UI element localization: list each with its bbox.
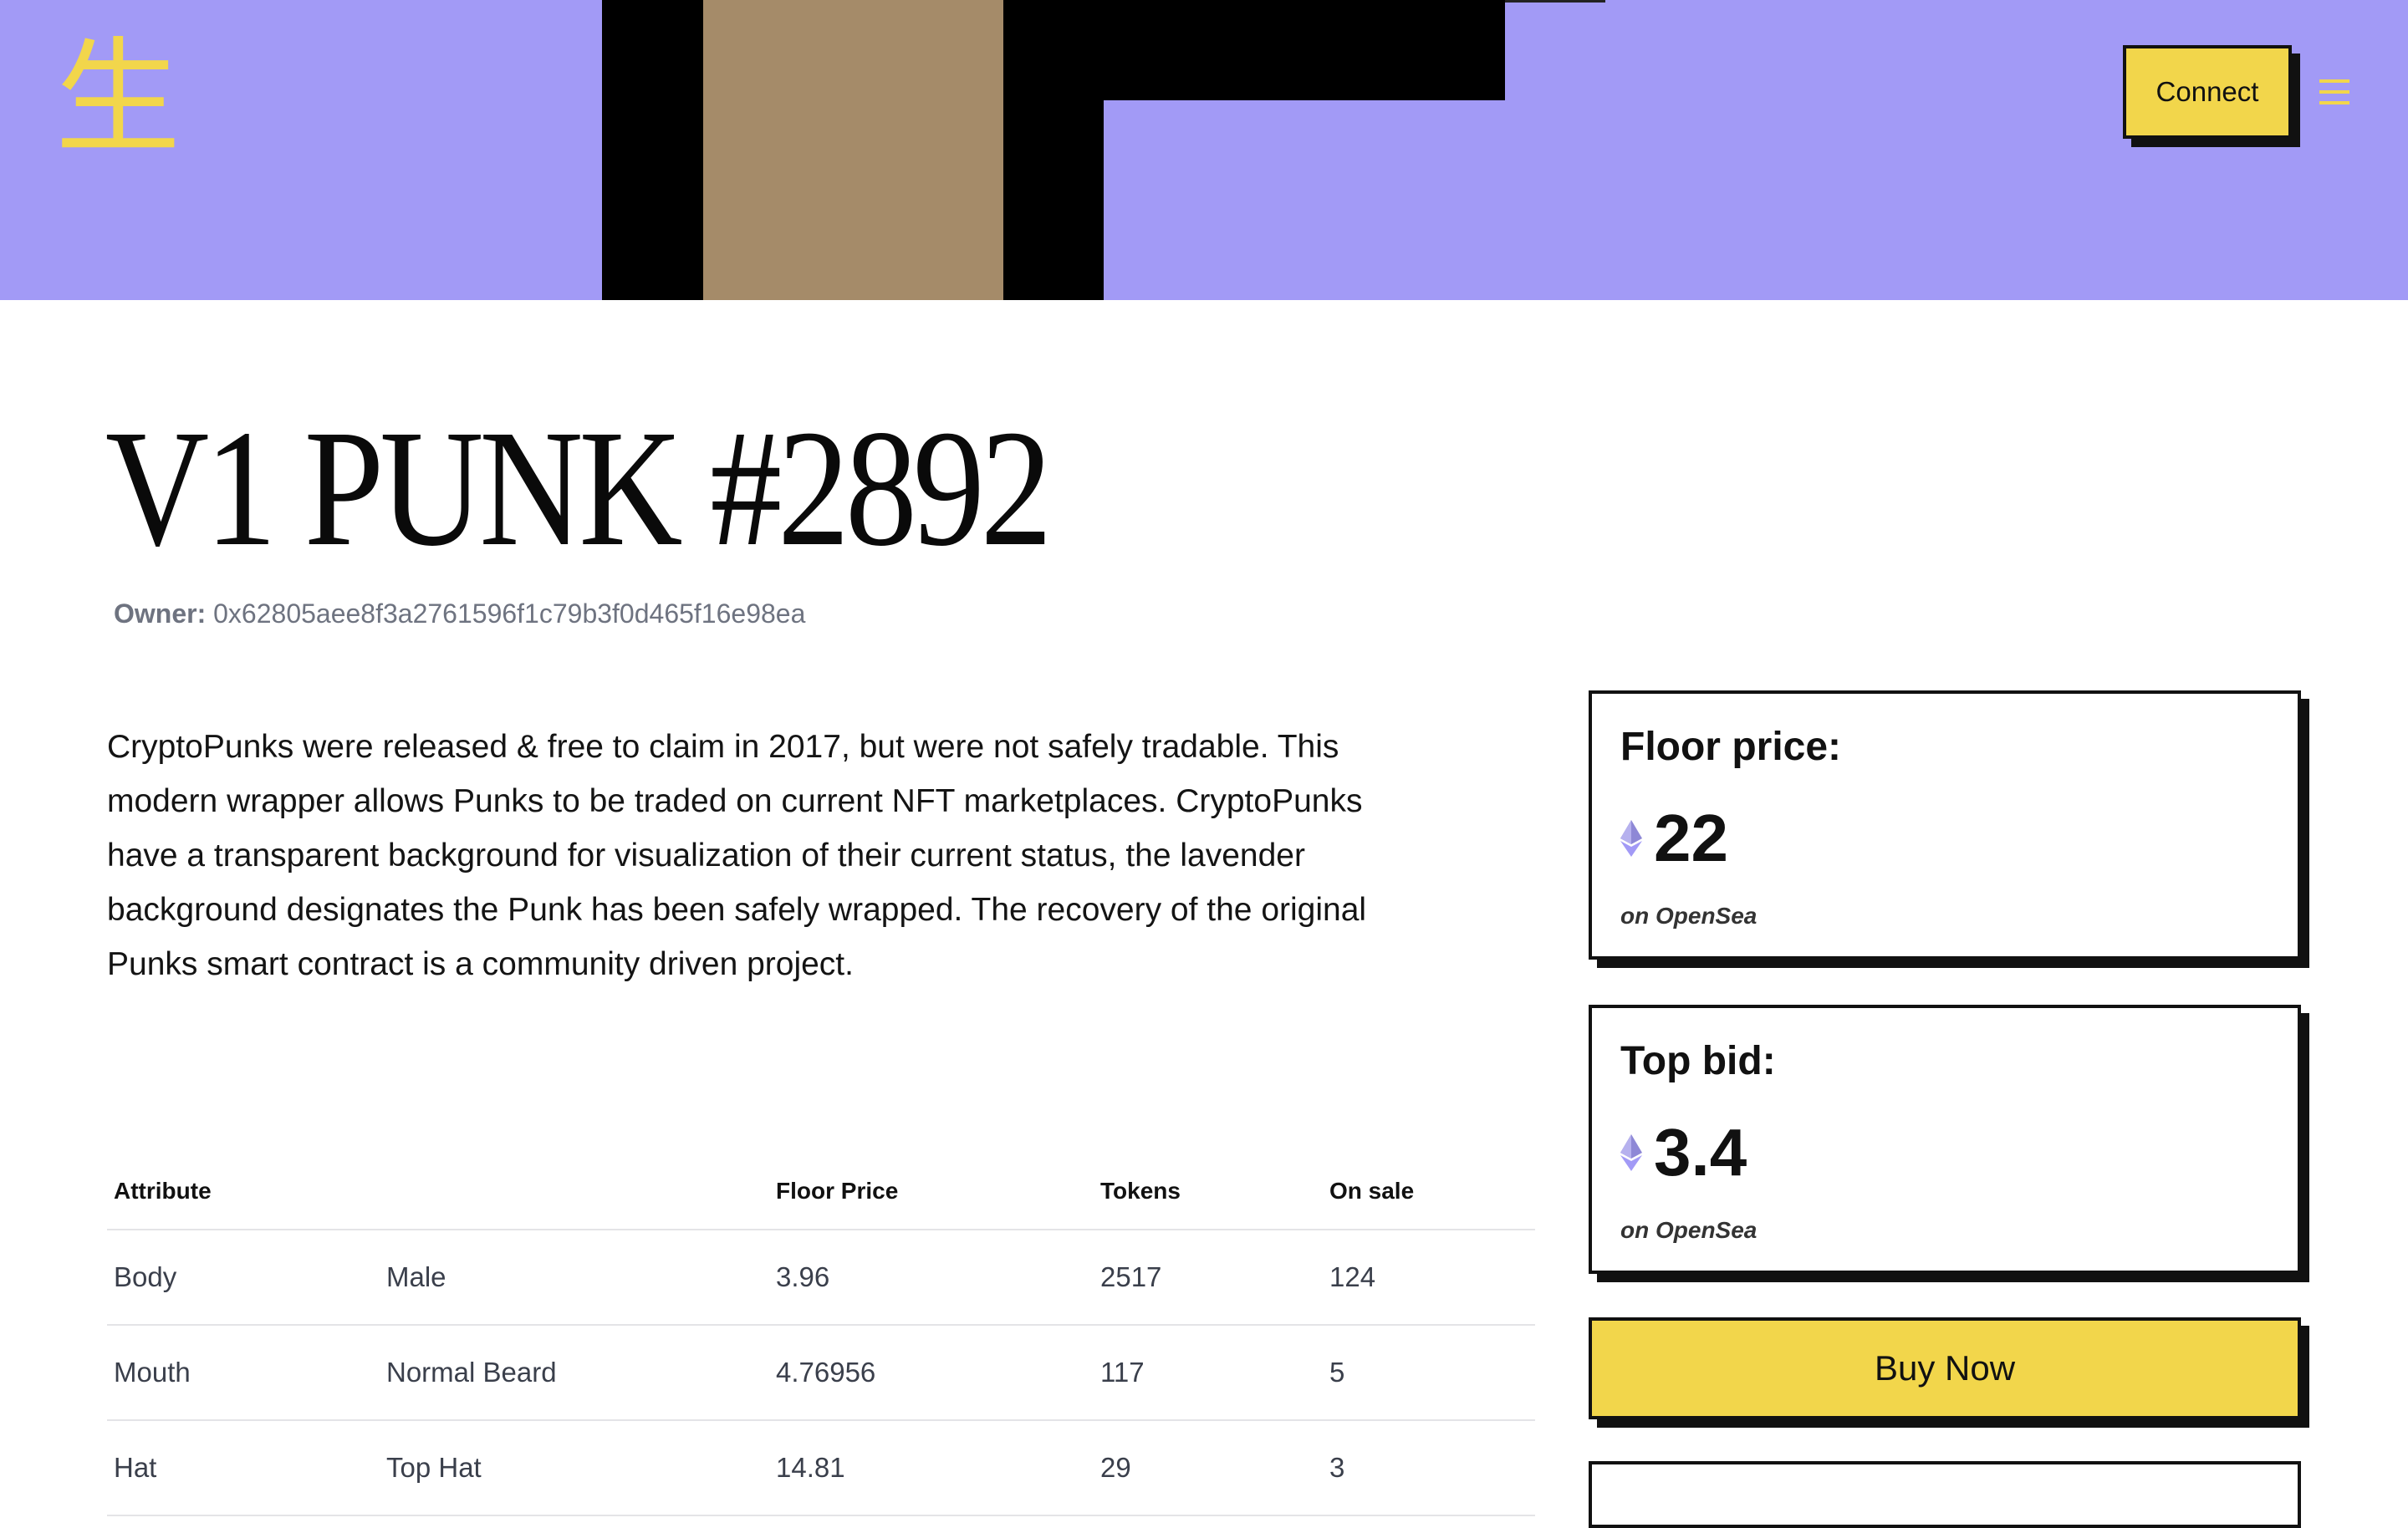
owner-line: Owner: 0x62805aee8f3a2761596f1c79b3f0d46… (114, 598, 805, 629)
attribute-value: Male (380, 1230, 769, 1326)
next-card-partial (1589, 1461, 2301, 1528)
attribute-tokens: 117 (1094, 1325, 1323, 1421)
hamburger-menu-icon[interactable] (2319, 79, 2349, 104)
punk-description: CryptoPunks were released & free to clai… (107, 729, 1367, 982)
floor-price-row: 22 (1620, 801, 1728, 876)
table-row[interactable]: Hat Top Hat 14.81 29 3 (107, 1420, 1535, 1516)
attribute-name: Body (107, 1230, 380, 1326)
top-bid-value: 3.4 (1654, 1115, 1747, 1189)
ethereum-icon (1620, 820, 1642, 857)
punk-art-black-left (602, 0, 704, 300)
top-bid-source-link[interactable]: on OpenSea (1620, 1217, 1757, 1244)
header-value (380, 1154, 769, 1230)
attribute-floor-price: 4.76956 (769, 1325, 1094, 1421)
owner-address: 0x62805aee8f3a2761596f1c79b3f0d465f16e98… (213, 598, 806, 629)
attribute-value: Normal Beard (380, 1325, 769, 1421)
attribute-name: Hat (107, 1420, 380, 1516)
attribute-on-sale: 5 (1323, 1325, 1535, 1421)
page-title: V1 PUNK #2892 (105, 396, 1053, 581)
header-attribute: Attribute (107, 1154, 380, 1230)
top-bid-row: 3.4 (1620, 1115, 1747, 1190)
table-row[interactable]: Mouth Normal Beard 4.76956 117 5 (107, 1325, 1535, 1421)
punk-art-dark-edge (1505, 0, 1605, 3)
site-logo[interactable]: 生 (55, 32, 181, 166)
floor-price-source-link[interactable]: on OpenSea (1620, 903, 1757, 930)
attribute-name: Mouth (107, 1325, 380, 1421)
attribute-floor-price: 14.81 (769, 1420, 1094, 1516)
owner-label: Owner: (114, 598, 207, 629)
attribute-on-sale: 3 (1323, 1420, 1535, 1516)
header-banner: 生 Connect (0, 0, 2408, 300)
attribute-tokens: 29 (1094, 1420, 1323, 1516)
header-on-sale: On sale (1323, 1154, 1535, 1230)
floor-price-label: Floor price: (1620, 725, 1842, 769)
table-row[interactable]: Body Male 3.96 2517 124 (107, 1230, 1535, 1326)
punk-art-black-top (1003, 0, 1505, 100)
attributes-table: Attribute Floor Price Tokens On sale Bod… (107, 1154, 1535, 1516)
attribute-tokens: 2517 (1094, 1230, 1323, 1326)
attribute-value: Top Hat (380, 1420, 769, 1516)
floor-price-value: 22 (1654, 801, 1728, 875)
header-tokens: Tokens (1094, 1154, 1323, 1230)
top-bid-label: Top bid: (1620, 1039, 1776, 1083)
punk-art-tan (703, 0, 1004, 300)
attribute-floor-price: 3.96 (769, 1230, 1094, 1326)
buy-now-button[interactable]: Buy Now (1589, 1317, 2301, 1419)
floor-price-card: Floor price: 22 on OpenSea (1589, 690, 2301, 960)
attribute-on-sale: 124 (1323, 1230, 1535, 1326)
table-header-row: Attribute Floor Price Tokens On sale (107, 1154, 1535, 1230)
ethereum-icon (1620, 1134, 1642, 1171)
top-bid-card: Top bid: 3.4 on OpenSea (1589, 1005, 2301, 1274)
connect-wallet-button[interactable]: Connect (2123, 45, 2292, 139)
header-floor-price: Floor Price (769, 1154, 1094, 1230)
